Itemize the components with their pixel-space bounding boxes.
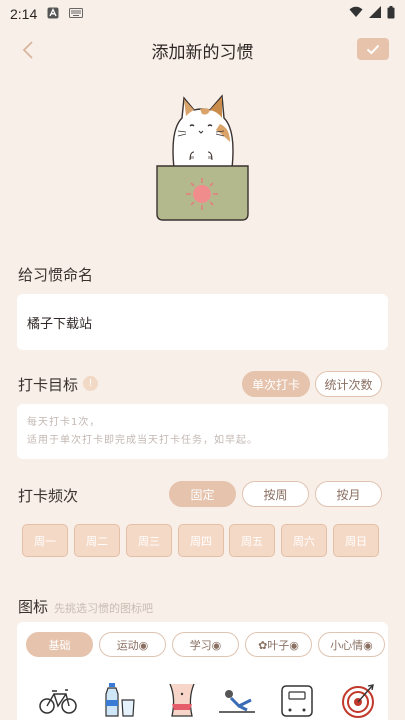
habit-name-input[interactable]: 橘子下载站: [17, 294, 388, 350]
weekday-thu[interactable]: 周四: [178, 524, 224, 557]
weekday-sat[interactable]: 周六: [281, 524, 327, 557]
top-bar: 添加新的习惯: [0, 30, 405, 70]
status-bar: 2:14: [0, 0, 405, 28]
chevron-left-icon: [22, 41, 33, 59]
icon-section-label: 图标: [18, 598, 49, 616]
status-time: 2:14: [10, 6, 38, 22]
icon-category-sport[interactable]: 运动◉: [99, 632, 166, 657]
goal-hint-line1: 每天打卡1次，: [27, 417, 101, 428]
confirm-button[interactable]: [357, 38, 389, 60]
goal-option-count[interactable]: 统计次数: [315, 371, 382, 397]
frequency-option-monthly[interactable]: 按月: [315, 481, 382, 507]
back-button[interactable]: [14, 36, 42, 64]
weekday-tue[interactable]: 周二: [74, 524, 120, 557]
info-icon[interactable]: !: [83, 376, 98, 391]
scale-icon[interactable]: [278, 682, 318, 718]
wifi-icon: [349, 6, 363, 22]
bicycle-icon[interactable]: [38, 682, 78, 718]
cat-pot-illustration: [150, 90, 255, 225]
icon-category-leaf[interactable]: ✿叶子◉: [245, 632, 312, 657]
goal-option-single[interactable]: 单次打卡: [242, 371, 310, 397]
frequency-option-fixed[interactable]: 固定: [169, 481, 236, 507]
weekday-mon[interactable]: 周一: [22, 524, 68, 557]
icon-category-study[interactable]: 学习◉: [172, 632, 239, 657]
page-title: 添加新的习惯: [151, 42, 254, 63]
body-shape-icon[interactable]: [162, 682, 202, 718]
signal-icon: [369, 6, 381, 22]
situp-icon[interactable]: [217, 682, 257, 718]
keyboard-icon: [69, 7, 84, 21]
weekday-wed[interactable]: 周三: [126, 524, 172, 557]
frequency-option-weekly[interactable]: 按周: [242, 481, 309, 507]
weekday-sun[interactable]: 周日: [333, 524, 379, 557]
habit-name-value: 橘子下载站: [27, 316, 93, 332]
goal-section-label: 打卡目标: [18, 376, 79, 394]
check-icon: [366, 44, 380, 54]
icon-category-mood[interactable]: 小心情◉: [318, 632, 385, 657]
notification-a-icon: [47, 7, 59, 22]
icon-category-basic[interactable]: 基础: [26, 632, 93, 657]
icon-section-hint: 先挑选习惯的图标吧: [54, 602, 153, 615]
name-section-label: 给习惯命名: [18, 266, 94, 284]
frequency-section-label: 打卡频次: [18, 487, 79, 505]
target-icon[interactable]: [338, 682, 378, 718]
battery-icon: [387, 5, 395, 23]
water-bottle-icon[interactable]: [102, 682, 142, 718]
weekday-fri[interactable]: 周五: [229, 524, 275, 557]
goal-hint-card: 每天打卡1次， 适用于单次打卡即完成当天打卡任务，如早起。: [17, 404, 388, 459]
goal-hint-line2: 适用于单次打卡即完成当天打卡任务，如早起。: [27, 435, 258, 446]
